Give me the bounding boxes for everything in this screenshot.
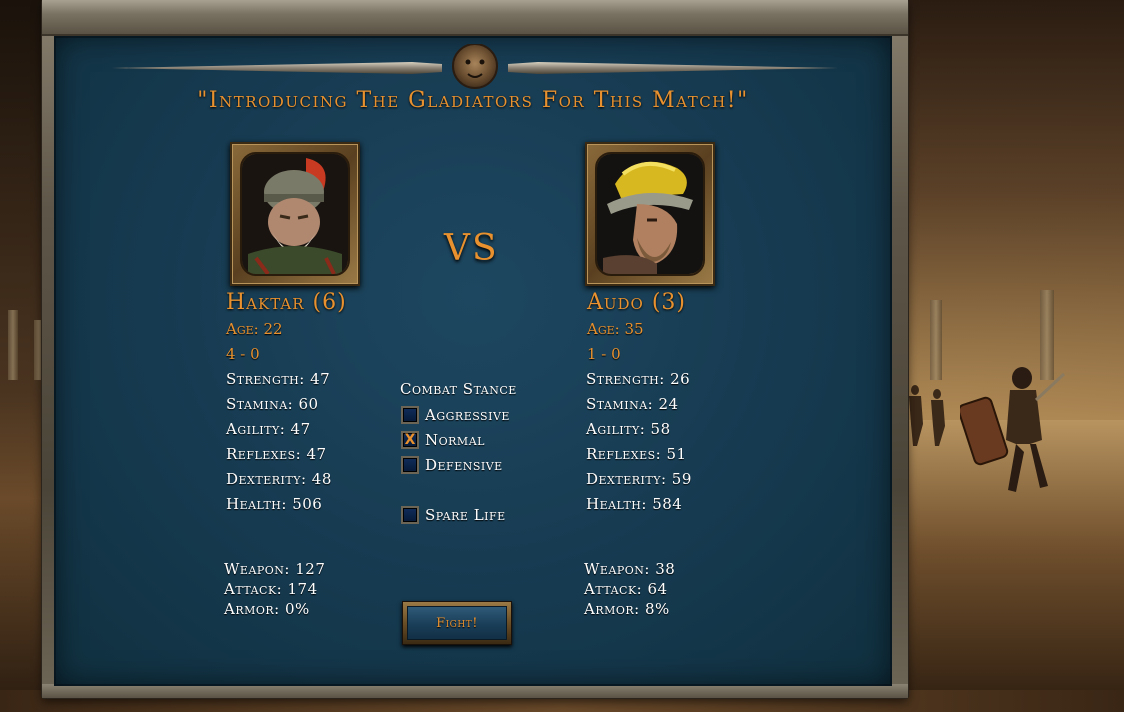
helmeted-warrior-icon [242,154,348,274]
left-armor: Armor: 0% [224,600,310,618]
right-gladiator-name: Audo (3) [587,290,687,315]
gladiator-portrait-left [230,142,360,286]
right-dexterity: Dexterity: 59 [586,470,692,488]
spare-life-label: Spare Life [425,506,506,524]
frame-top-bar [42,0,908,36]
stance-option-normal[interactable]: X Normal [401,430,485,450]
combat-stance-heading: Combat Stance [400,380,517,398]
fight-button-face[interactable]: Fight! [407,606,507,640]
fight-button[interactable]: Fight! [402,601,512,645]
arena-column [8,310,18,380]
lion-crest-ornament-icon [112,44,838,89]
right-health: Health: 584 [586,495,683,513]
defensive-label: Defensive [425,456,503,474]
right-weapon: Weapon: 38 [584,560,676,578]
left-agility: Agility: 47 [226,420,311,438]
fight-button-label: Fight! [436,615,478,631]
left-health: Health: 506 [226,495,323,513]
versus-label: VS [444,228,499,269]
left-gladiator-record: 4 - 0 [226,345,260,363]
right-attack: Attack: 64 [584,580,668,598]
match-intro-panel [54,36,892,686]
portrait-frame [595,152,705,276]
left-strength: Strength: 47 [226,370,331,388]
aggressive-checkbox[interactable] [401,406,419,424]
frame-bottom-bar [42,684,908,698]
right-strength: Strength: 26 [586,370,691,388]
aggressive-label: Aggressive [425,406,510,424]
left-gladiator-name: Haktar (6) [226,290,347,315]
left-weapon: Weapon: 127 [224,560,326,578]
normal-label: Normal [425,431,485,449]
right-armor: Armor: 8% [584,600,670,618]
normal-checkbox[interactable]: X [401,431,419,449]
check-mark-icon: X [404,432,416,448]
gladiator-portrait-right [585,142,715,286]
left-dexterity: Dexterity: 48 [226,470,332,488]
arena-sky [880,0,1124,420]
golden-helmet-warrior-icon [597,154,703,274]
spare-life-checkbox[interactable] [401,506,419,524]
right-agility: Agility: 58 [586,420,671,438]
defensive-checkbox[interactable] [401,456,419,474]
right-stamina: Stamina: 24 [586,395,679,413]
spare-life-option[interactable]: Spare Life [401,505,506,525]
portrait-frame [240,152,350,276]
right-reflexes: Reflexes: 51 [586,445,687,463]
arena-column [930,300,942,380]
left-gladiator-age: Age: 22 [226,320,283,338]
gladiator-silhouette-icon [960,367,1066,492]
match-title: "Introducing The Gladiators For This Mat… [197,88,749,113]
right-gladiator-age: Age: 35 [587,320,644,338]
left-attack: Attack: 174 [224,580,318,598]
left-stamina: Stamina: 60 [226,395,319,413]
left-reflexes: Reflexes: 47 [226,445,327,463]
stance-option-defensive[interactable]: Defensive [401,455,503,475]
right-gladiator-record: 1 - 0 [587,345,621,363]
stance-option-aggressive[interactable]: Aggressive [401,405,510,425]
